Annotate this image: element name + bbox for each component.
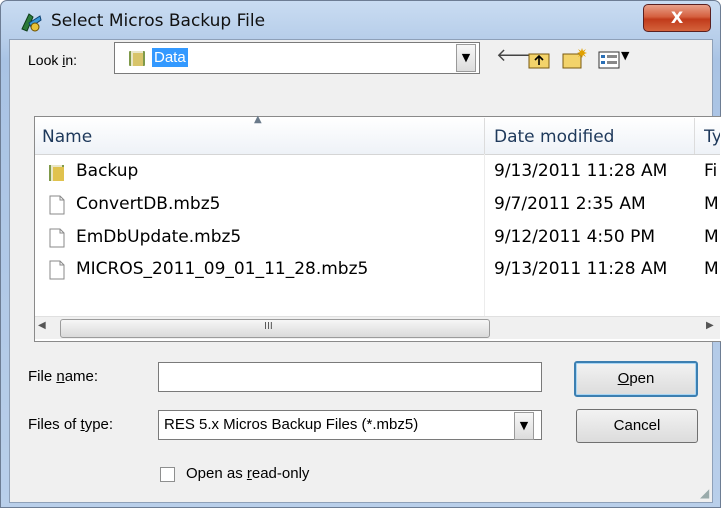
file-name: Backup (76, 161, 139, 181)
file-name: ConvertDB.mbz5 (76, 194, 221, 214)
file-type: M (704, 227, 719, 247)
file-type: M (704, 194, 719, 214)
filetype-dropdown-button[interactable]: ▼ (514, 412, 534, 440)
close-button[interactable]: X (643, 4, 711, 32)
filetype-value: RES 5.x Micros Backup Files (*.mbz5) (164, 416, 419, 433)
file-type: M (704, 259, 719, 279)
scroll-grip: III (264, 321, 273, 332)
readonly-checkbox[interactable] (160, 467, 175, 482)
filename-label: File name: (28, 368, 99, 385)
scroll-right-icon[interactable]: ▶ (706, 320, 714, 331)
column-header-type[interactable]: Ty (704, 127, 720, 147)
file-name: MICROS_2011_09_01_11_28.mbz5 (76, 259, 369, 279)
resize-grip-icon[interactable]: ◢ (700, 486, 709, 500)
lookin-dropdown-button[interactable]: ▼ (456, 44, 476, 72)
column-divider[interactable] (484, 118, 485, 154)
list-item[interactable]: Backup 9/13/2011 11:28 AM Fi (48, 160, 720, 186)
readonly-label[interactable]: Open as read-only (186, 465, 309, 482)
folder-icon (49, 165, 64, 181)
lookin-label: Look in: (28, 52, 78, 68)
file-name: EmDbUpdate.mbz5 (76, 227, 242, 247)
file-icon (49, 260, 65, 280)
sort-ascending-icon: ▲ (254, 114, 262, 125)
new-folder-icon[interactable] (562, 46, 588, 70)
window-title: Select Micros Backup File (51, 11, 266, 31)
scroll-left-icon[interactable]: ◀ (38, 320, 46, 331)
file-icon (49, 228, 65, 248)
list-header (35, 118, 720, 155)
list-item[interactable]: MICROS_2011_09_01_11_28.mbz5 9/13/2011 1… (48, 258, 720, 284)
open-button[interactable]: Open (574, 361, 698, 397)
cancel-button[interactable]: Cancel (576, 409, 698, 443)
view-menu-icon[interactable] (598, 48, 620, 72)
up-folder-icon[interactable] (528, 48, 550, 72)
file-type: Fi (704, 161, 718, 181)
column-header-date[interactable]: Date modified (494, 127, 614, 147)
file-date: 9/13/2011 11:28 AM (494, 259, 668, 279)
view-dropdown-icon[interactable]: ▼ (621, 44, 629, 68)
list-item[interactable]: ConvertDB.mbz5 9/7/2011 2:35 AM M (48, 193, 720, 219)
filename-input[interactable] (158, 362, 542, 392)
scrollbar-thumb[interactable] (60, 319, 490, 338)
file-icon (49, 195, 65, 215)
file-date: 9/13/2011 11:28 AM (494, 161, 668, 181)
app-icon (21, 13, 42, 32)
title-bar[interactable]: Select Micros Backup File X (1, 1, 720, 39)
lookin-value: Data (152, 48, 188, 67)
list-item[interactable]: EmDbUpdate.mbz5 9/12/2011 4:50 PM M (48, 226, 720, 252)
folder-icon (129, 51, 145, 66)
file-date: 9/7/2011 2:35 AM (494, 194, 646, 214)
filetype-label: Files of type: (28, 416, 114, 433)
column-header-name[interactable]: Name (42, 127, 92, 147)
column-divider[interactable] (694, 118, 695, 154)
file-date: 9/12/2011 4:50 PM (494, 227, 656, 247)
